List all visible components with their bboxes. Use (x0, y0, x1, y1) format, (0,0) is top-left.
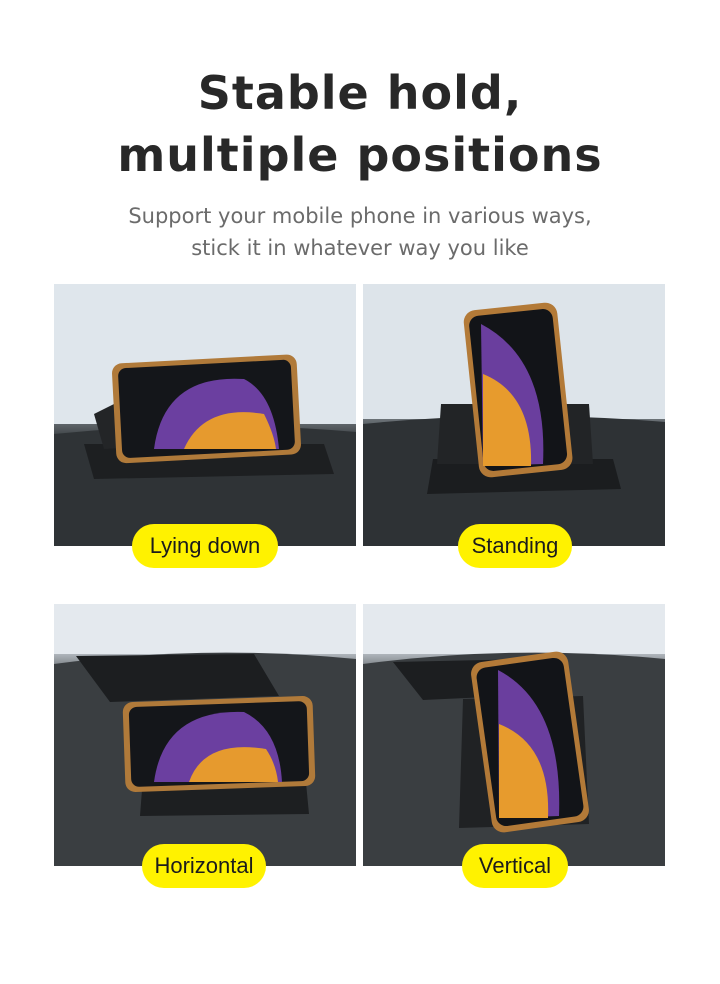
badge-horizontal: Horizontal (142, 844, 266, 888)
photo-vertical (363, 604, 665, 866)
phone-mount-vertical-illustration (363, 604, 665, 866)
phone-mount-horizontal-illustration (54, 604, 356, 866)
phone-mount-standing-illustration (363, 284, 665, 546)
title-line-1: Stable hold, (197, 66, 523, 120)
photo-horizontal (54, 604, 356, 866)
subtitle-line-1: Support your mobile phone in various way… (128, 204, 592, 228)
phone-mount-lying-illustration (54, 284, 356, 546)
badge-standing: Standing (458, 524, 572, 568)
badge-vertical: Vertical (462, 844, 568, 888)
photo-lying-down (54, 284, 356, 546)
subtitle-line-2: stick it in whatever way you like (191, 236, 529, 260)
title-line-2: multiple positions (117, 128, 603, 182)
badge-lying-down: Lying down (132, 524, 278, 568)
page-title: Stable hold, multiple positions (0, 62, 720, 186)
page-subtitle: Support your mobile phone in various way… (0, 200, 720, 264)
photo-standing (363, 284, 665, 546)
